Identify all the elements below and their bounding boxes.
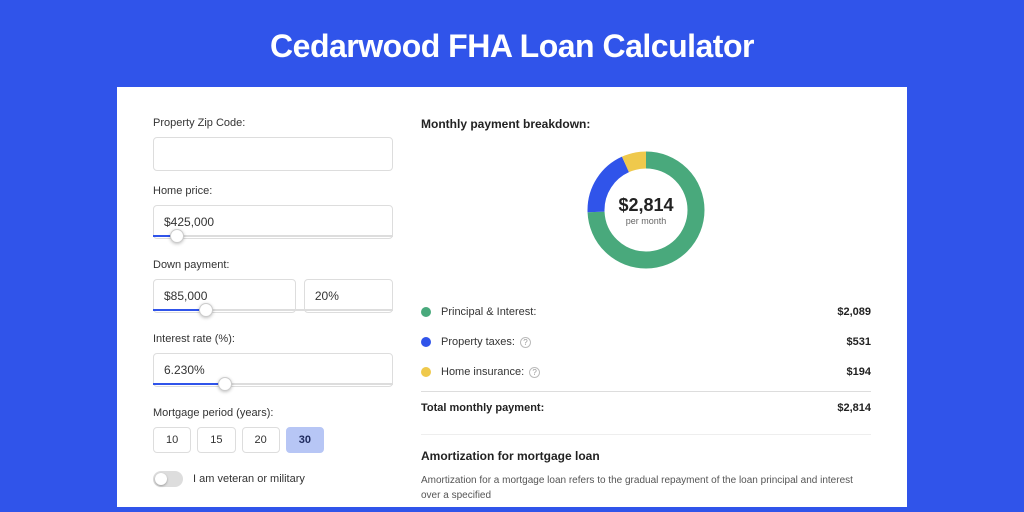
period-field: Mortgage period (years): 10 15 20 30 bbox=[153, 407, 393, 453]
breakdown-value: $2,089 bbox=[837, 306, 871, 318]
price-field: Home price: bbox=[153, 185, 393, 245]
period-label: Mortgage period (years): bbox=[153, 407, 393, 419]
rate-input[interactable] bbox=[153, 353, 393, 387]
donut-value: $2,814 bbox=[618, 195, 673, 216]
breakdown-panel: Monthly payment breakdown: $2,814 per mo… bbox=[421, 117, 871, 507]
breakdown-value: $531 bbox=[847, 336, 871, 348]
breakdown-value: $194 bbox=[847, 366, 871, 378]
donut-chart: $2,814 per month bbox=[581, 145, 711, 275]
price-label: Home price: bbox=[153, 185, 393, 197]
legend-dot bbox=[421, 367, 431, 377]
breakdown-row: Home insurance:?$194 bbox=[421, 357, 871, 387]
breakdown-label: Property taxes:? bbox=[441, 336, 847, 348]
rate-field: Interest rate (%): bbox=[153, 333, 393, 393]
down-slider[interactable] bbox=[153, 309, 393, 319]
total-label: Total monthly payment: bbox=[421, 402, 837, 414]
inputs-panel: Property Zip Code: Home price: Down paym… bbox=[153, 117, 393, 507]
period-pill-30[interactable]: 30 bbox=[286, 427, 324, 453]
breakdown-label: Home insurance:? bbox=[441, 366, 847, 378]
down-field: Down payment: bbox=[153, 259, 393, 319]
period-pill-10[interactable]: 10 bbox=[153, 427, 191, 453]
legend-dot bbox=[421, 337, 431, 347]
rate-label: Interest rate (%): bbox=[153, 333, 393, 345]
zip-field: Property Zip Code: bbox=[153, 117, 393, 171]
page-title: Cedarwood FHA Loan Calculator bbox=[0, 0, 1024, 87]
total-row: Total monthly payment: $2,814 bbox=[421, 391, 871, 428]
amortization-text: Amortization for a mortgage loan refers … bbox=[421, 473, 871, 503]
zip-input[interactable] bbox=[153, 137, 393, 171]
calculator-card: Property Zip Code: Home price: Down paym… bbox=[117, 87, 907, 507]
breakdown-row: Property taxes:?$531 bbox=[421, 327, 871, 357]
breakdown-row: Principal & Interest:$2,089 bbox=[421, 297, 871, 327]
zip-label: Property Zip Code: bbox=[153, 117, 393, 129]
breakdown-label: Principal & Interest: bbox=[441, 306, 837, 318]
total-value: $2,814 bbox=[837, 402, 871, 414]
down-percent-input[interactable] bbox=[304, 279, 393, 313]
legend-dot bbox=[421, 307, 431, 317]
down-amount-input[interactable] bbox=[153, 279, 296, 313]
donut-wrap: $2,814 per month bbox=[421, 145, 871, 275]
breakdown-heading: Monthly payment breakdown: bbox=[421, 117, 871, 131]
veteran-label: I am veteran or military bbox=[193, 473, 305, 485]
rate-slider[interactable] bbox=[153, 383, 393, 393]
period-pill-15[interactable]: 15 bbox=[197, 427, 235, 453]
veteran-row: I am veteran or military bbox=[153, 471, 393, 487]
down-label: Down payment: bbox=[153, 259, 393, 271]
period-pills: 10 15 20 30 bbox=[153, 427, 393, 453]
donut-sub: per month bbox=[626, 216, 667, 226]
period-pill-20[interactable]: 20 bbox=[242, 427, 280, 453]
veteran-toggle[interactable] bbox=[153, 471, 183, 487]
help-icon[interactable]: ? bbox=[520, 337, 531, 348]
help-icon[interactable]: ? bbox=[529, 367, 540, 378]
price-slider[interactable] bbox=[153, 235, 393, 245]
amortization-section: Amortization for mortgage loan Amortizat… bbox=[421, 434, 871, 503]
price-input[interactable] bbox=[153, 205, 393, 239]
amortization-heading: Amortization for mortgage loan bbox=[421, 449, 871, 463]
